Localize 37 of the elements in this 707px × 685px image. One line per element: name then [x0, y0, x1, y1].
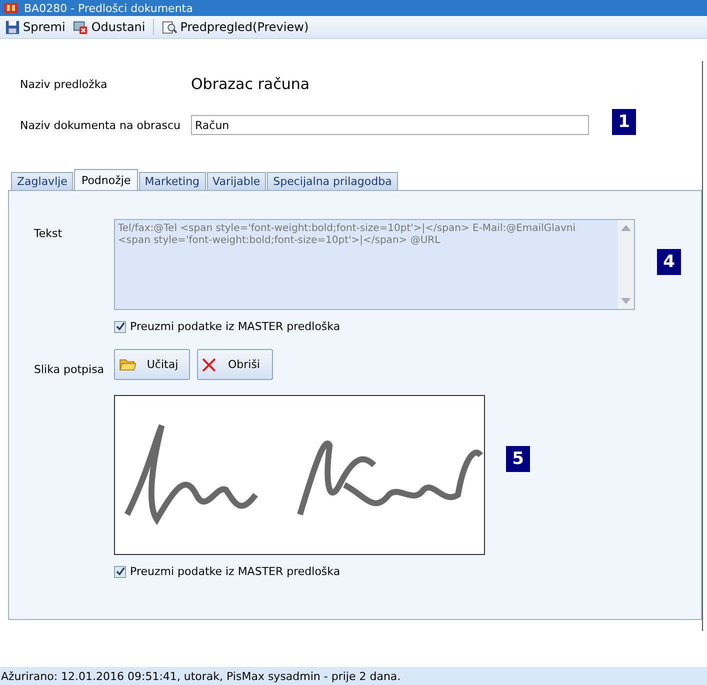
tab[interactable]: Marketing: [138, 172, 206, 190]
tab[interactable]: Zaglavlje: [11, 172, 74, 190]
callout-number: 4: [657, 249, 681, 275]
preview-magnifier-icon: [162, 20, 178, 34]
text-value: Tel/fax:@Tel <span style='font-weight:bold;font-size=10pt'>|</span> E-Mail:@EmailGlavni <span style='font-weight:bold;font-size=10pt'>|</span> @URL: [117, 222, 577, 248]
check-icon: [116, 567, 124, 576]
scroll-up-arrow-icon[interactable]: [621, 225, 631, 231]
delete-x-icon: [202, 358, 216, 372]
field-label: Naziv dokumenta na obrascu: [19, 118, 182, 132]
callout-number: 5: [506, 446, 530, 472]
callout-number: 1: [612, 109, 636, 135]
tab[interactable]: Podnožje: [74, 169, 138, 190]
folder-icon: [119, 358, 136, 371]
input-field[interactable]: Račun: [191, 115, 589, 135]
tab[interactable]: Specijalna prilagodba: [267, 172, 398, 190]
cancel-window-icon: [73, 20, 88, 34]
toolbar-button[interactable]: Predpregled(Preview): [159, 18, 312, 36]
field-label: Slika potpisa: [33, 362, 106, 376]
text-area[interactable]: Tel/fax:@Tel <span style='font-weight:bold;font-size=10pt'>|</span> E-Mail:@EmailGlavni <span style='font-weight:bold;font-size=10pt'>|</span> @URL: [114, 219, 635, 310]
checkbox-label[interactable]: Preuzmi podatke iz MASTER predloška: [130, 320, 340, 333]
toolbar-button[interactable]: Spremi: [2, 18, 68, 36]
action-button[interactable]: Obriši: [197, 349, 273, 380]
action-button[interactable]: Učitaj: [114, 349, 190, 380]
field-label: Tekst: [33, 226, 64, 242]
checkbox-label[interactable]: Preuzmi podatke iz MASTER predloška: [130, 565, 340, 578]
check-icon: [116, 322, 124, 331]
tab[interactable]: Varijable: [206, 172, 266, 190]
status-text: Ažurirano: 12.01.2016 09:51:41, utorak, PisMax sysadmin - prije 2 dana.: [0, 667, 707, 685]
scroll-down-arrow-icon[interactable]: [621, 298, 631, 304]
checkbox[interactable]: [114, 566, 126, 578]
app-icon: [4, 2, 18, 14]
scrollbar[interactable]: [618, 220, 634, 309]
template-name: Obrazac računa: [191, 75, 310, 93]
toolbar-button[interactable]: Odustani: [70, 18, 148, 36]
checkbox[interactable]: [114, 320, 126, 332]
window-title: BA0280 - Predlošci dokumenta: [24, 2, 193, 14]
field-label: Naziv predložka: [19, 78, 108, 90]
